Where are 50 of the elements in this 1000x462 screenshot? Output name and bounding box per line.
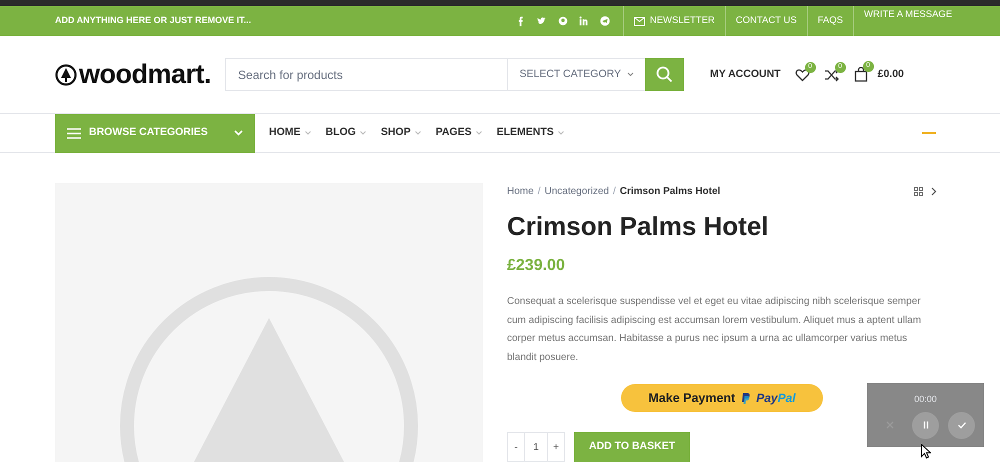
plus-button[interactable]: + [548,433,564,461]
chevron-down-icon [234,130,243,136]
breadcrumb-link[interactable]: Home [507,184,534,198]
paypal-button[interactable]: Make Payment PayPal [621,384,823,412]
chevron-down-icon [476,131,482,135]
promo-text: ADD ANYTHING HERE OR JUST REMOVE IT... [55,14,252,28]
cursor-icon [921,444,931,459]
chevron-down-icon [558,131,564,135]
minus-button[interactable]: - [508,433,524,461]
product-price: £239.00 [507,256,566,276]
quantity-value: 1 [524,433,548,461]
menu-icon [67,128,81,138]
bag-icon[interactable] [854,67,868,82]
nav-item[interactable]: HOME [269,125,310,141]
breadcrumb-separator: / [612,184,616,198]
breadcrumb-current: Crimson Palms Hotel [620,184,720,198]
account-link[interactable]: MY ACCOUNT [710,66,781,82]
product-title: Crimson Palms Hotel [507,210,770,242]
chevron-down-icon [360,131,366,135]
paypal-icon [741,392,750,404]
search-field[interactable]: Search for products [225,58,508,91]
cart-total[interactable]: £0.00 [878,66,904,82]
nav-item[interactable]: PAGES [436,125,482,141]
linkedin-icon[interactable] [578,15,590,27]
logo-text: woodmart. [79,58,212,92]
done-button[interactable] [948,412,975,438]
breadcrumb-link[interactable]: Uncategorized [544,184,609,198]
heart-icon[interactable] [794,68,810,82]
chevron-right-icon[interactable] [931,186,937,196]
product-description: Consequat a scelerisque suspendisse vel et eget eu vitae adipiscing nibh scelerisque semper cum adipiscing facilisis adipiscing est accumsan lorem vestibulum. Aliquet mus a aptent ullam corper metus accumsan. Habitasse a purus nec ipsum a urna ac ullamcorper varius metus blandit posuere. [507,295,922,364]
pause-button[interactable] [912,412,939,438]
nav-item[interactable]: ELEMENTS [496,125,564,141]
nav-item[interactable]: SHOP [380,125,421,141]
tree-logo-icon [55,64,77,86]
shuffle-icon[interactable] [824,68,840,82]
mail-icon [634,16,645,26]
dash-marker [922,132,936,134]
chevron-down-icon [304,131,310,135]
search-icon [656,66,674,83]
telegram-icon[interactable] [598,15,611,27]
category-select[interactable]: SELECT CATEGORY [507,58,646,91]
pinterest-icon[interactable] [556,15,569,27]
chevron-down-icon [414,131,421,135]
recorder-time: 00:00 [914,393,937,406]
chevron-down-icon [627,72,634,77]
search-button[interactable] [645,58,684,91]
nav-item[interactable]: BLOG [326,125,366,141]
twitter-icon[interactable] [536,15,548,27]
breadcrumb-separator: / [538,184,540,198]
grid-icon[interactable] [914,186,923,196]
